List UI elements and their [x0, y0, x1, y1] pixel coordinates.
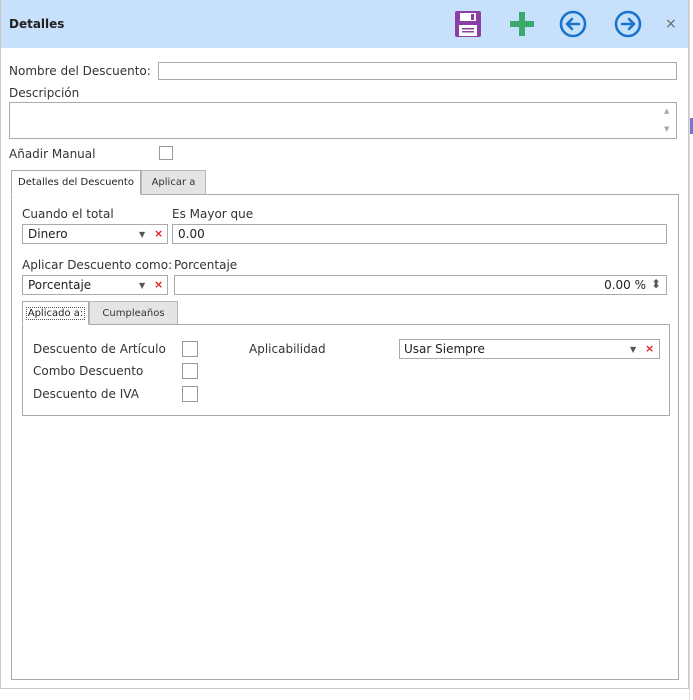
manual-checkbox[interactable] — [159, 146, 173, 160]
cuando-dropdown[interactable]: Dinero ▼ × — [22, 224, 168, 244]
next-button[interactable] — [613, 9, 643, 39]
porcentaje-label: Porcentaje — [174, 258, 238, 272]
combo-checkbox[interactable] — [182, 363, 198, 379]
background-window-edge — [689, 0, 693, 700]
aplicar-dropdown[interactable]: Porcentaje ▼ × — [22, 275, 168, 295]
aplicar-label: Aplicar Descuento como: — [22, 258, 173, 272]
previous-button[interactable] — [558, 9, 588, 39]
aplicabilidad-dropdown[interactable]: Usar Siempre ▼ × — [399, 339, 660, 359]
mayor-value: 0.00 — [178, 227, 205, 241]
title-bar: Detalles × — [1, 0, 688, 48]
clear-icon[interactable]: × — [645, 342, 654, 355]
add-button[interactable] — [507, 9, 537, 39]
iva-checkbox[interactable] — [182, 386, 198, 402]
chevron-down-icon[interactable]: ▼ — [139, 230, 145, 239]
mayor-input[interactable]: 0.00 — [172, 224, 667, 244]
close-button[interactable]: × — [665, 16, 677, 32]
aplicabilidad-value: Usar Siempre — [404, 342, 485, 356]
cuando-label: Cuando el total — [22, 207, 114, 221]
tab-cumpleanos[interactable]: Cumpleaños — [89, 301, 178, 325]
scroll-down-icon[interactable]: ▼ — [664, 125, 669, 133]
clear-icon[interactable]: × — [154, 227, 163, 240]
spin-icon[interactable]: ⬍ — [651, 277, 661, 291]
aplicado-panel: Descuento de Artículo Combo Descuento De… — [22, 324, 670, 416]
plus-icon — [510, 12, 534, 36]
descripcion-textarea[interactable]: ▲ ▼ — [9, 102, 677, 139]
aplicabilidad-label: Aplicabilidad — [249, 342, 326, 356]
combo-label: Combo Descuento — [33, 364, 144, 378]
clear-icon[interactable]: × — [154, 278, 163, 291]
circle-arrow-left-icon — [559, 10, 587, 38]
tab-cumpleanos-label: Cumpleaños — [102, 307, 165, 319]
descripcion-label: Descripción — [9, 86, 80, 100]
articulo-label: Descuento de Artículo — [33, 342, 166, 356]
iva-label: Descuento de IVA — [33, 387, 139, 401]
circle-arrow-right-icon — [614, 10, 642, 38]
manual-label: Añadir Manual — [9, 147, 96, 161]
nombre-label: Nombre del Descuento: — [9, 64, 151, 78]
tab-aplicado-a[interactable]: Aplicado a: — [22, 301, 89, 325]
porcentaje-value: 0.00 % — [604, 278, 646, 292]
chevron-down-icon[interactable]: ▼ — [630, 345, 636, 354]
mayor-label: Es Mayor que — [172, 207, 254, 221]
nombre-input[interactable] — [158, 62, 677, 80]
tab-aplicar-a[interactable]: Aplicar a — [141, 170, 206, 195]
scroll-up-icon[interactable]: ▲ — [664, 107, 669, 115]
articulo-checkbox[interactable] — [182, 341, 198, 357]
porcentaje-spinner[interactable]: 0.00 % ⬍ — [174, 275, 667, 295]
details-window: Detalles × Nombre del Descuento: Descrip… — [0, 0, 689, 689]
save-button[interactable] — [453, 9, 483, 39]
tab-aplicar-a-label: Aplicar a — [151, 177, 196, 188]
detalles-panel: Cuando el total Es Mayor que Dinero ▼ × … — [11, 194, 679, 680]
floppy-disk-icon — [455, 11, 481, 37]
window-title: Detalles — [9, 17, 65, 31]
tab-aplicado-a-label: Aplicado a: — [25, 306, 86, 320]
tab-detalles-descuento-label: Detalles del Descuento — [18, 177, 134, 188]
aplicar-value: Porcentaje — [28, 278, 92, 292]
chevron-down-icon[interactable]: ▼ — [139, 281, 145, 290]
cuando-value: Dinero — [28, 227, 68, 241]
tab-detalles-descuento[interactable]: Detalles del Descuento — [11, 170, 141, 195]
